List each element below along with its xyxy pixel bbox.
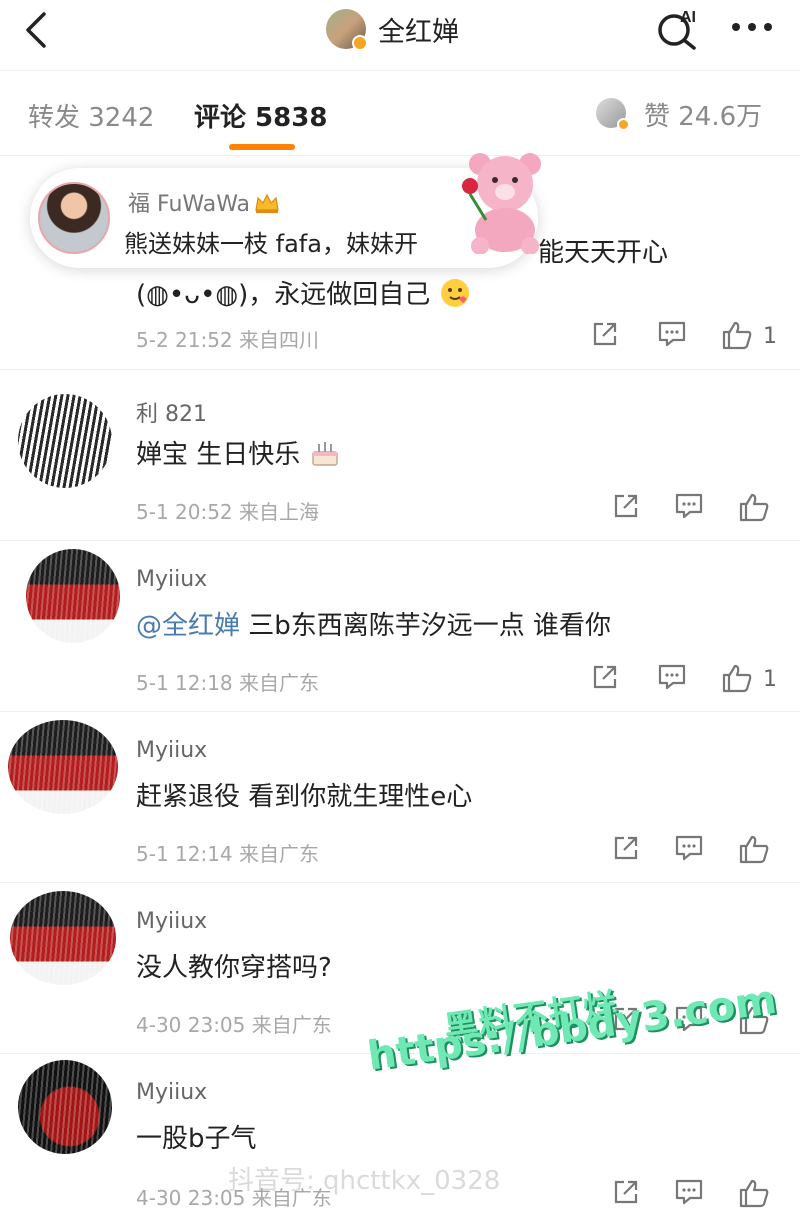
like-count: 1 — [763, 667, 777, 692]
comment-text: 能天天开心 — [538, 238, 669, 268]
comment-location: 来自广东 — [239, 842, 320, 866]
comment-text: 婵宝 生日快乐 — [136, 440, 301, 470]
thumbs-up-icon[interactable] — [738, 492, 770, 522]
comment-text: (◍•ᴗ•◍)，永远做回自己 — [136, 280, 431, 310]
comment-location: 来自上海 — [239, 500, 320, 524]
page-title: 全红婵 — [378, 16, 459, 48]
comment-author[interactable]: Myiiux — [136, 1080, 207, 1105]
thumbs-up-icon[interactable] — [738, 1178, 770, 1208]
back-icon[interactable] — [18, 10, 54, 50]
thumbs-up-icon[interactable] — [738, 834, 770, 864]
tab-likes[interactable]: 赞 24.6万 — [644, 96, 762, 133]
gift-sender-name: 福 FuWaWa — [128, 186, 280, 218]
comment-text: 一股b子气 — [136, 1124, 257, 1154]
comment-item: Myiiux 赶紧退役 看到你就生理性e心 5-1 12:14 来自广东 — [0, 712, 800, 883]
comment-text-line: 婵宝 生日快乐 — [136, 434, 341, 471]
comment-meta: 5-2 21:52 来自四川 — [136, 324, 319, 353]
comment-actions — [608, 1178, 800, 1214]
comment-meta: 5-1 12:18 来自广东 — [136, 667, 319, 696]
thumbs-up-icon[interactable] — [721, 663, 753, 693]
birthday-cake-icon — [311, 442, 338, 466]
comment-time: 5-1 12:14 — [136, 842, 233, 866]
thumbs-up-icon[interactable] — [721, 320, 753, 350]
comment-location: 来自四川 — [239, 328, 320, 352]
verified-badge-icon — [352, 35, 368, 51]
comment-text: 赶紧退役 看到你就生理性e心 — [136, 782, 473, 812]
avatar — [8, 720, 118, 814]
share-icon[interactable] — [612, 834, 640, 862]
title-area[interactable]: 全红婵 — [326, 8, 459, 51]
ai-search-icon[interactable]: AI — [654, 6, 702, 52]
avatar — [38, 182, 110, 254]
teddy-bear-gift-icon — [462, 153, 541, 254]
comment-author[interactable]: Myiiux — [136, 567, 207, 592]
comment-text: 三b东西离陈芋汐远一点 谁看你 — [240, 611, 612, 641]
ai-label: AI — [680, 9, 696, 26]
verified-badge-icon — [617, 118, 630, 131]
comment-text-line: @全红婵 三b东西离陈芋汐远一点 谁看你 — [136, 605, 611, 642]
tab-repost[interactable]: 转发 3242 — [28, 97, 154, 134]
share-icon[interactable] — [612, 492, 640, 520]
tab-comments[interactable]: 评论 5838 — [194, 97, 327, 134]
avatar — [26, 549, 120, 643]
like-count: 1 — [763, 324, 777, 349]
comment-meta: 4-30 23:05 来自广东 — [136, 1009, 332, 1038]
avatar — [18, 1060, 112, 1154]
comment-actions: 1 — [585, 663, 795, 699]
comment-time: 4-30 23:05 — [136, 1013, 246, 1037]
active-tab-indicator — [229, 144, 295, 150]
comment-author[interactable]: Myiiux — [136, 909, 207, 934]
gift-sender-name-text: 福 FuWaWa — [128, 192, 251, 217]
share-icon[interactable] — [591, 663, 619, 691]
comment-meta: 5-1 12:14 来自广东 — [136, 838, 319, 867]
comment-actions — [608, 834, 800, 870]
comment-actions: 1 — [585, 320, 795, 356]
comment-text: 没人教你穿搭吗? — [136, 953, 332, 983]
comment-meta: 5-1 20:52 来自上海 — [136, 496, 319, 525]
comment-time: 5-2 21:52 — [136, 328, 233, 352]
comment-icon[interactable] — [657, 663, 687, 691]
mention-link[interactable]: @全红婵 — [136, 611, 240, 641]
comment-author[interactable]: 利 821 — [136, 396, 207, 428]
comment-icon[interactable] — [674, 1178, 704, 1206]
gift-message: 熊送妹妹一枝 fafa，妹妹开 — [124, 230, 418, 258]
comment-item: 利 821 婵宝 生日快乐 5-1 20:52 来自上海 — [0, 370, 800, 541]
comment-author[interactable]: Myiiux — [136, 738, 207, 763]
comment-text-line2: (◍•ᴗ•◍)，永远做回自己 — [136, 274, 471, 311]
faint-watermark: 抖音号: qhcttkx_0328 — [228, 1166, 501, 1196]
comment-icon[interactable] — [674, 834, 704, 862]
avatar — [18, 394, 112, 488]
avatar — [10, 891, 116, 985]
comment-actions — [608, 492, 800, 528]
comment-item: Myiiux @全红婵 三b东西离陈芋汐远一点 谁看你 5-1 12:18 来自… — [0, 541, 800, 712]
comment-time: 5-1 12:18 — [136, 671, 233, 695]
crown-icon — [255, 193, 279, 213]
comment-location: 来自广东 — [251, 1013, 332, 1037]
top-bar: 全红婵 AI — [0, 0, 800, 70]
comment-icon[interactable] — [657, 320, 687, 348]
share-icon[interactable] — [591, 320, 619, 348]
comment-location: 来自广东 — [239, 671, 320, 695]
comment-icon[interactable] — [674, 492, 704, 520]
avatar — [326, 9, 368, 51]
comment-time: 5-1 20:52 — [136, 500, 233, 524]
more-dots-icon[interactable] — [728, 12, 776, 42]
blushing-emoji-icon — [440, 279, 469, 307]
share-icon[interactable] — [612, 1178, 640, 1206]
